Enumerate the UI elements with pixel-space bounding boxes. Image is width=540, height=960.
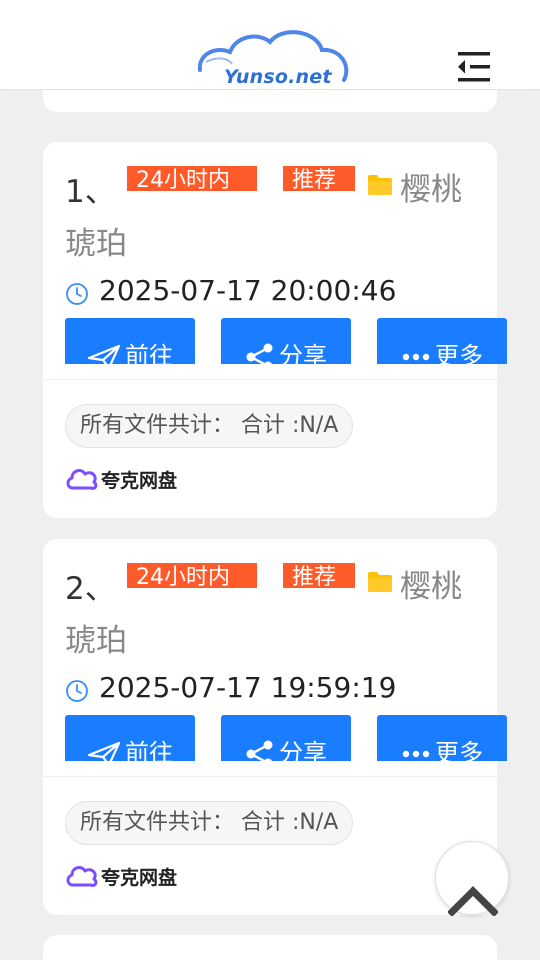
chevron-up-icon (448, 886, 498, 916)
source-name: 夸克网盘 (101, 470, 178, 492)
paper-plane-icon (87, 741, 121, 761)
result-title-row: 1、 24小时内 推荐 樱桃 (65, 164, 485, 210)
logo-text[interactable]: Yunso.net (224, 66, 332, 88)
folder-icon (368, 572, 392, 592)
more-button[interactable]: 更多 (377, 318, 507, 364)
paper-plane-icon (87, 344, 121, 364)
clock-icon (66, 680, 88, 702)
badge-24h: 24小时内 (127, 166, 257, 191)
badge-24h: 24小时内 (127, 563, 257, 588)
result-index: 1、 (65, 174, 116, 210)
result-time: 2025-07-17 19:59:19 (99, 671, 397, 704)
cloud-logo-icon[interactable] (192, 24, 352, 100)
result-card: 2、 24小时内 推荐 樱桃 琥珀 2025-07-17 19:59:19 前往 (43, 539, 507, 915)
clock-icon (66, 283, 88, 305)
back-to-top-button[interactable] (435, 841, 509, 916)
menu-collapse-icon[interactable] (454, 48, 494, 86)
share-button-label: 分享 (279, 739, 327, 761)
result-index: 2、 (65, 571, 116, 607)
source-name: 夸克网盘 (101, 867, 178, 889)
share-icon (246, 740, 273, 761)
next-result-card (43, 935, 497, 960)
more-dots-icon (402, 353, 430, 361)
more-button[interactable]: 更多 (377, 715, 507, 761)
result-title-continued[interactable]: 琥珀 (65, 615, 127, 660)
go-button[interactable]: 前往 (65, 318, 195, 364)
result-title[interactable]: 樱桃 (400, 561, 462, 606)
divider (43, 379, 497, 380)
quark-cloud-icon (66, 469, 98, 490)
go-button-label: 前往 (125, 342, 173, 364)
site-header: Yunso.net (0, 0, 540, 90)
folder-icon (368, 175, 392, 195)
more-button-label: 更多 (435, 342, 483, 364)
more-dots-icon (402, 750, 430, 758)
badge-recommend: 推荐 (283, 563, 355, 588)
result-title[interactable]: 樱桃 (400, 164, 462, 209)
share-button[interactable]: 分享 (221, 318, 351, 364)
result-card: 1、 24小时内 推荐 樱桃 琥珀 2025-07-17 20:00:46 前往 (43, 142, 507, 518)
result-time: 2025-07-17 20:00:46 (99, 274, 397, 307)
more-button-label: 更多 (435, 739, 483, 761)
result-title-row: 2、 24小时内 推荐 樱桃 (65, 561, 485, 607)
file-total-tag: 所有文件共计： 合计 :N/A (65, 404, 354, 448)
badge-recommend: 推荐 (283, 166, 355, 191)
share-button[interactable]: 分享 (221, 715, 351, 761)
file-total-tag: 所有文件共计： 合计 :N/A (65, 801, 354, 845)
share-icon (246, 343, 273, 364)
go-button-label: 前往 (125, 739, 173, 761)
result-title-continued[interactable]: 琥珀 (65, 218, 127, 263)
divider (43, 776, 497, 777)
go-button[interactable]: 前往 (65, 715, 195, 761)
quark-cloud-icon (66, 866, 98, 887)
share-button-label: 分享 (279, 342, 327, 364)
